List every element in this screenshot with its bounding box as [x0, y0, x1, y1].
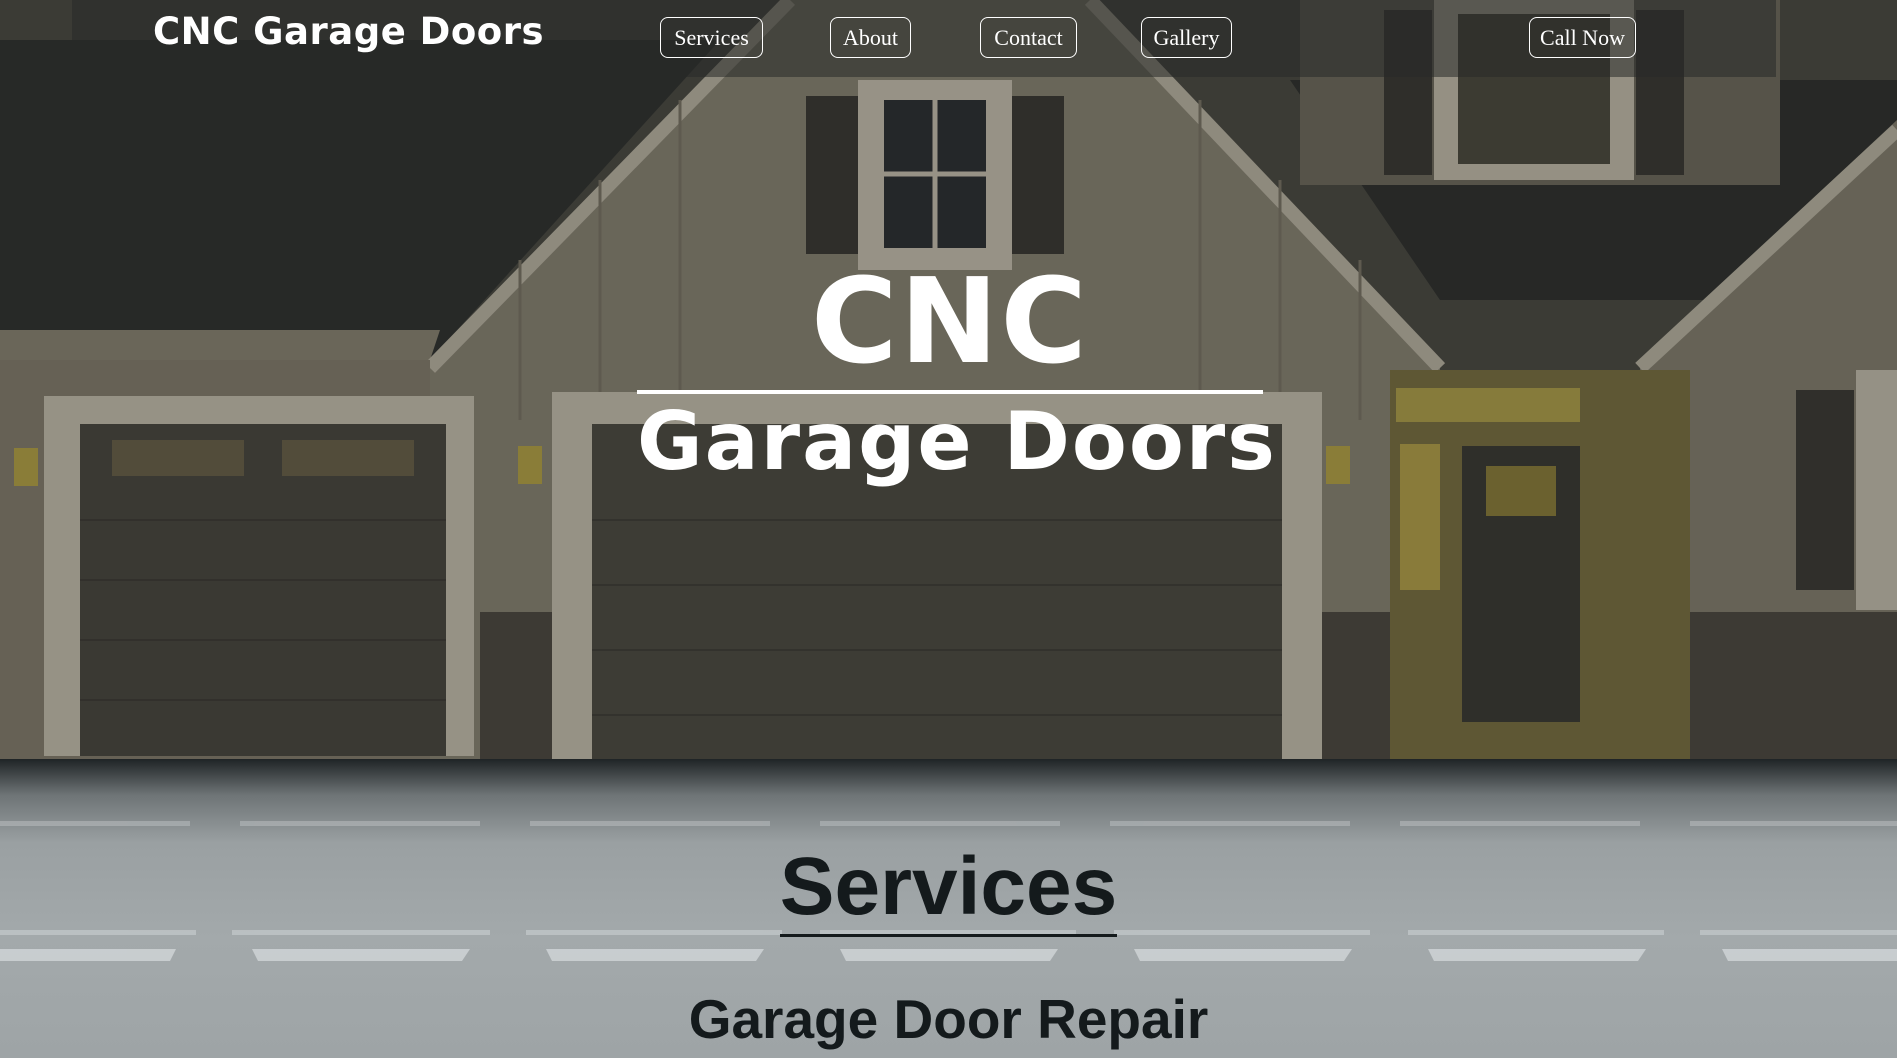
nav-gallery-button[interactable]: Gallery	[1141, 17, 1232, 58]
services-heading-wrap: Services	[0, 842, 1897, 937]
service-item-garage-door-repair: Garage Door Repair	[688, 988, 1209, 1050]
hero-section: CNC Garage Doors Services About Contact …	[0, 0, 1897, 759]
services-heading: Services	[779, 842, 1118, 937]
call-now-button[interactable]: Call Now	[1529, 17, 1636, 58]
nav-services-button[interactable]: Services	[660, 17, 763, 58]
hero-title: CNC Garage Doors	[637, 252, 1277, 490]
hero-title-line2: Garage Doors	[637, 395, 1277, 488]
nav-contact-button[interactable]: Contact	[980, 17, 1077, 58]
services-section: Services Garage Door Repair	[0, 759, 1897, 1058]
brand-logo[interactable]: CNC Garage Doors	[153, 10, 544, 53]
hero-title-line1: CNC	[811, 252, 1089, 390]
nav-about-button[interactable]: About	[830, 17, 911, 58]
